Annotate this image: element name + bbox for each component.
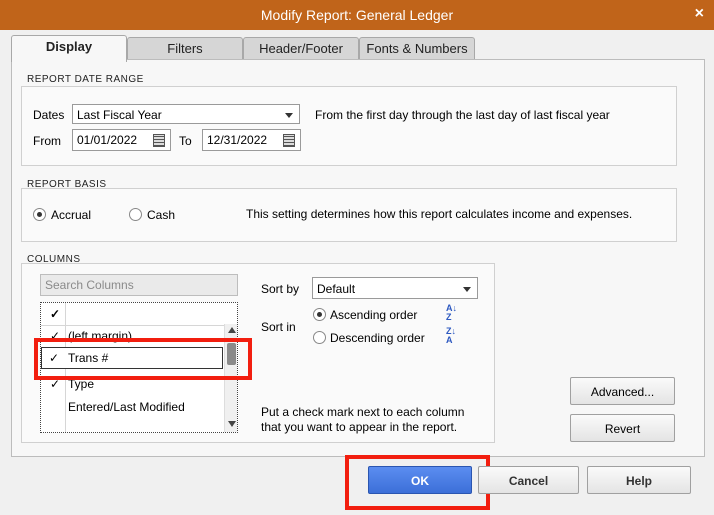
basis-description: This setting determines how this report … — [246, 207, 633, 221]
scroll-down-icon[interactable] — [228, 421, 236, 427]
cash-label[interactable]: Cash — [147, 208, 175, 222]
dates-value: Last Fiscal Year — [77, 108, 162, 122]
sort-by-dropdown[interactable]: Default — [312, 277, 478, 299]
sort-by-label: Sort by — [261, 282, 300, 296]
checkmark-icon: ✓ — [49, 307, 61, 321]
to-date-value: 12/31/2022 — [207, 133, 268, 147]
date-range-section — [21, 86, 677, 166]
ascending-label[interactable]: Ascending order — [330, 308, 417, 322]
descending-radio[interactable] — [313, 331, 326, 344]
list-header-row: ✓ — [41, 303, 227, 326]
from-date-value: 01/01/2022 — [77, 133, 138, 147]
title-bar: Modify Report: General Ledger × — [0, 0, 714, 30]
scroll-up-icon[interactable] — [228, 327, 236, 333]
tab-fonts-numbers[interactable]: Fonts & Numbers — [359, 37, 475, 60]
list-item-label: Entered/Last Modified — [68, 400, 185, 414]
cash-radio[interactable] — [129, 208, 142, 221]
dates-dropdown[interactable]: Last Fiscal Year — [72, 104, 300, 124]
list-item[interactable]: Entered/Last Modified — [41, 396, 227, 418]
dates-description: From the first day through the last day … — [315, 108, 610, 122]
search-placeholder: Search Columns — [45, 278, 134, 292]
columns-help-line-2: that you want to appear in the report. — [261, 420, 458, 434]
columns-help-line-1: Put a check mark next to each column — [261, 405, 465, 419]
window-title: Modify Report: General Ledger — [260, 7, 454, 23]
help-button[interactable]: Help — [587, 466, 691, 494]
sort-by-value: Default — [317, 282, 356, 296]
accrual-radio[interactable] — [33, 208, 46, 221]
sort-descending-icon: Z↓ A — [446, 326, 456, 345]
sort-in-label: Sort in — [261, 320, 296, 334]
descending-label[interactable]: Descending order — [330, 331, 425, 345]
from-label: From — [33, 134, 61, 148]
chevron-down-icon — [463, 287, 471, 292]
close-icon[interactable]: × — [695, 5, 704, 23]
accrual-label[interactable]: Accrual — [51, 208, 91, 222]
revert-button[interactable]: Revert — [570, 414, 675, 442]
to-date-field[interactable]: 12/31/2022 — [202, 129, 301, 151]
tab-display[interactable]: Display — [11, 35, 127, 62]
section-label-date-range: REPORT DATE RANGE — [27, 74, 144, 85]
tab-filters[interactable]: Filters — [127, 37, 243, 60]
highlight-box-trans — [34, 338, 252, 380]
chevron-down-icon — [285, 113, 293, 118]
sort-ascending-icon: A↓ Z — [446, 303, 457, 322]
ascending-radio[interactable] — [313, 308, 326, 321]
cancel-button[interactable]: Cancel — [478, 466, 579, 494]
calendar-icon[interactable] — [153, 134, 165, 147]
dates-label: Dates — [33, 108, 65, 122]
to-label: To — [179, 134, 192, 148]
from-date-field[interactable]: 01/01/2022 — [72, 129, 171, 151]
search-columns-input[interactable]: Search Columns — [40, 274, 238, 296]
calendar-icon[interactable] — [283, 134, 295, 147]
tab-header-footer[interactable]: Header/Footer — [243, 37, 359, 60]
advanced-button[interactable]: Advanced... — [570, 377, 675, 405]
highlight-box-ok — [345, 455, 490, 510]
